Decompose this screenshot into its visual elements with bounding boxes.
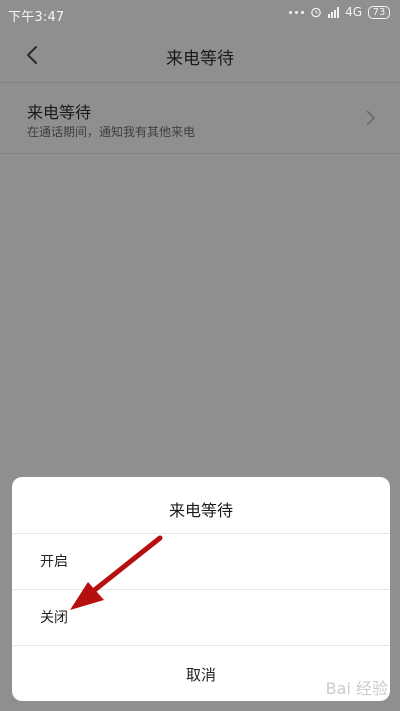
option-disable-label: 关闭 [40,610,68,626]
more-dots-icon [289,10,305,14]
status-icons: 4G 73 [289,5,390,19]
setting-title: 来电等待 [27,103,92,122]
chevron-right-icon [364,109,376,127]
battery-icon: 73 [368,5,390,19]
status-time: 下午3:47 [8,10,65,25]
option-disable[interactable]: 关闭 [12,589,390,645]
dialog-title: 来电等待 [168,501,233,520]
alarm-icon [310,6,322,18]
option-dialog: 来电等待 开启 关闭 取消 [12,477,390,701]
top-bar: 来电等待 [0,28,400,83]
setting-row-call-waiting[interactable]: 来电等待 在通话期间，通知我有其他来电 [0,83,400,154]
page-title: 来电等待 [166,49,234,69]
screen: 下午3:47 4G 73 来电等待 来电等待 在通话期间，通知我有其他来电 来电… [0,0,400,711]
signal-icon [328,6,340,18]
setting-subtitle: 在通话期间，通知我有其他来电 [27,125,196,139]
network-type: 4G [345,5,362,19]
cancel-label: 取消 [185,666,216,684]
option-enable[interactable]: 开启 [12,533,390,589]
status-bar: 下午3:47 4G 73 [0,0,400,28]
cancel-button[interactable]: 取消 [12,645,390,701]
option-enable-label: 开启 [40,554,68,570]
